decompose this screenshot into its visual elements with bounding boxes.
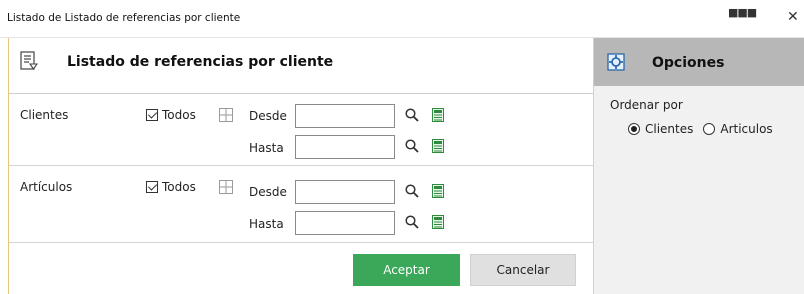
- todos-label: Todos: [162, 108, 196, 122]
- clientes-desde-input[interactable]: [295, 104, 395, 128]
- radio-label-articulos: Articulos: [720, 122, 773, 136]
- radio-clientes[interactable]: Clientes: [628, 122, 693, 136]
- main-header: Listado de referencias por cliente: [9, 38, 593, 94]
- options-title: Opciones: [652, 55, 725, 71]
- articulos-desde-input[interactable]: [295, 180, 395, 204]
- page-title: Listado de referencias por cliente: [67, 54, 334, 70]
- settings-icon: [607, 53, 625, 71]
- search-icon[interactable]: [405, 215, 419, 229]
- radio-unselected-icon[interactable]: [703, 123, 716, 135]
- window-title: Listado de Listado de referencias por cl…: [7, 12, 241, 24]
- hasta-label: Hasta: [249, 141, 284, 155]
- todos-articulos-checkbox[interactable]: Todos: [146, 180, 196, 194]
- sheet-icon[interactable]: [432, 215, 444, 229]
- sheet-icon[interactable]: [432, 108, 444, 122]
- dialog-window: Listado de Listado de referencias por cl…: [0, 0, 804, 294]
- section-label-articulos: Artículos: [20, 180, 73, 194]
- checkbox-checked-icon[interactable]: [146, 109, 158, 121]
- title-bar: Listado de Listado de referencias por cl…: [0, 0, 804, 38]
- order-by-label: Ordenar por: [610, 98, 683, 112]
- search-icon[interactable]: [405, 184, 419, 198]
- order-radio-group: Clientes Articulos: [628, 122, 773, 136]
- clientes-section: Clientes Todos Desde Hasta: [9, 95, 593, 166]
- close-icon[interactable]: ✕: [787, 9, 799, 25]
- radio-articulos[interactable]: Articulos: [703, 122, 773, 136]
- todos-label: Todos: [162, 180, 196, 194]
- checkbox-checked-icon[interactable]: [146, 181, 158, 193]
- hasta-label: Hasta: [249, 217, 284, 231]
- sheet-icon[interactable]: [432, 139, 444, 153]
- desde-label: Desde: [249, 185, 287, 199]
- grid-select-icon[interactable]: [219, 108, 233, 122]
- clientes-hasta-input[interactable]: [295, 135, 395, 159]
- search-icon[interactable]: [405, 139, 419, 153]
- report-list-icon: [20, 51, 38, 70]
- options-panel: Opciones Ordenar por Clientes Articulos: [593, 38, 804, 294]
- minimize-dots-icon[interactable]: ■■■: [728, 6, 757, 19]
- options-header: Opciones: [594, 38, 804, 86]
- articulos-section: Artículos Todos Desde Hasta: [9, 167, 593, 243]
- articulos-hasta-input[interactable]: [295, 211, 395, 235]
- section-label-clientes: Clientes: [20, 108, 69, 122]
- cancel-button[interactable]: Cancelar: [470, 254, 576, 286]
- main-area: Listado de referencias por cliente Clien…: [8, 38, 593, 294]
- grid-select-icon[interactable]: [219, 180, 233, 194]
- radio-label-clientes: Clientes: [645, 122, 694, 136]
- accept-button[interactable]: Aceptar: [353, 254, 460, 286]
- radio-selected-icon[interactable]: [628, 123, 640, 135]
- search-icon[interactable]: [405, 108, 419, 122]
- todos-clientes-checkbox[interactable]: Todos: [146, 108, 196, 122]
- desde-label: Desde: [249, 109, 287, 123]
- sheet-icon[interactable]: [432, 184, 444, 198]
